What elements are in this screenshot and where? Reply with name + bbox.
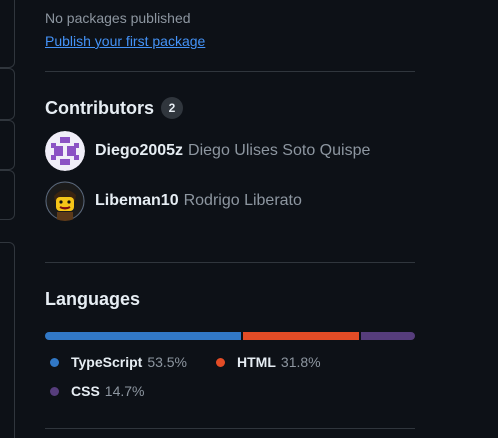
contributor-fullname: Diego Ulises Soto Quispe — [188, 142, 371, 159]
language-color-dot — [216, 357, 226, 367]
languages-heading: Languages — [45, 289, 415, 310]
no-packages-text: No packages published — [45, 10, 191, 26]
language-percent: 31.8% — [280, 354, 321, 370]
left-column-panel — [0, 120, 15, 170]
contributor-login[interactable]: Diego2005z — [95, 142, 183, 160]
lego-figure-avatar[interactable] — [45, 181, 85, 221]
language-item-typescript[interactable]: TypeScript 53.5% — [45, 353, 187, 371]
left-column-panel — [0, 170, 15, 220]
language-color-dot — [50, 386, 59, 396]
language-percent: 53.5% — [147, 354, 188, 370]
publish-package-link[interactable]: Publish your first package — [45, 32, 205, 50]
languages-title: Languages — [45, 289, 141, 309]
contributors-count-badge: 2 — [160, 97, 183, 119]
language-name[interactable]: HTML — [237, 354, 276, 370]
language-name[interactable]: TypeScript — [71, 354, 142, 370]
contributor-item[interactable]: Libeman10 Rodrigo Liberato — [45, 181, 415, 221]
repo-sidebar: No packages published Publish your first… — [45, 0, 415, 429]
contributor-item[interactable]: Diego2005z Diego Ulises Soto Quispe — [45, 131, 415, 171]
contributor-fullname: Rodrigo Liberato — [183, 192, 302, 209]
language-bar-segment — [361, 332, 415, 340]
contributors-heading[interactable]: Contributors 2 — [45, 97, 415, 119]
languages-section: Languages TypeScript 53.5% HTML 31.8% CS… — [45, 263, 415, 429]
left-column-panel — [0, 68, 15, 120]
language-item-html[interactable]: HTML 31.8% — [211, 353, 321, 371]
left-column-panel — [0, 0, 15, 68]
language-list: TypeScript 53.5% HTML 31.8% CSS 14.7% — [45, 353, 375, 411]
contributors-section: Contributors 2 Diego2005z Diego Ulises S… — [45, 72, 415, 263]
identicon-avatar[interactable] — [45, 131, 85, 171]
language-name[interactable]: CSS — [71, 383, 100, 399]
language-percent: 14.7% — [104, 383, 145, 399]
contributors-title[interactable]: Contributors — [45, 98, 154, 119]
language-progress-bar — [45, 332, 415, 340]
language-item-css[interactable]: CSS 14.7% — [45, 382, 145, 400]
packages-section: No packages published Publish your first… — [45, 0, 415, 72]
contributors-list: Diego2005z Diego Ulises Soto Quispe Libe… — [45, 131, 415, 221]
language-bar-segment — [45, 332, 241, 340]
left-column-panel — [0, 242, 15, 438]
contributor-login[interactable]: Libeman10 — [95, 192, 179, 210]
language-color-dot — [50, 357, 59, 367]
repo-sidebar-page: No packages published Publish your first… — [0, 0, 498, 438]
language-bar-segment — [242, 332, 360, 340]
